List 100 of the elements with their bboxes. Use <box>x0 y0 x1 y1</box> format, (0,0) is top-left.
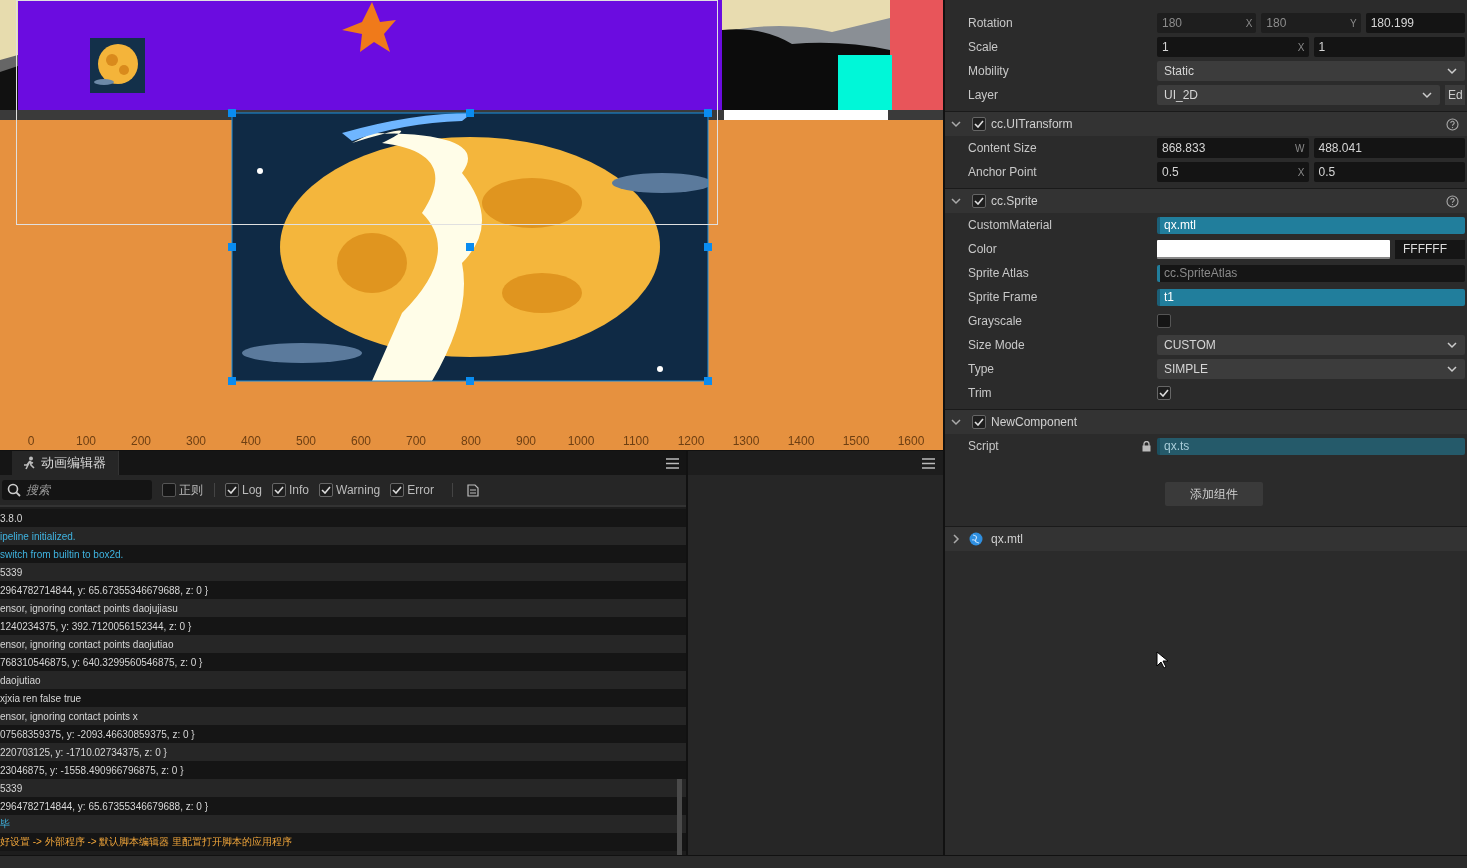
number-field[interactable]: 1 X <box>1157 37 1309 57</box>
ruler-label: 1200 <box>677 434 705 448</box>
component-header[interactable]: NewComponent <box>945 409 1467 434</box>
checkbox[interactable] <box>1157 386 1171 400</box>
enable-checkbox[interactable] <box>972 194 986 208</box>
property-label: Scale <box>967 40 1000 54</box>
resize-handle[interactable] <box>704 377 712 385</box>
material-title: qx.mtl <box>991 532 1023 546</box>
animation-editor-tab[interactable]: 动画编辑器 <box>12 451 119 475</box>
log-line: ensor, ignoring contact points x <box>0 710 138 722</box>
property-label: Layer <box>967 88 1000 102</box>
log-line: 好设置 -> 外部程序 -> 默认脚本编辑器 里配置打开脚本的应用程序 <box>0 835 293 849</box>
property-label: Size Mode <box>967 338 1026 352</box>
dropdown[interactable]: SIMPLE <box>1157 359 1465 379</box>
resize-handle[interactable] <box>704 243 712 251</box>
check-icon <box>974 120 984 128</box>
component-title: NewComponent <box>991 415 1078 429</box>
ruler-label: 1600 <box>897 434 925 448</box>
edit-button[interactable]: Ed <box>1445 85 1465 105</box>
document-icon[interactable] <box>466 483 479 497</box>
log-line: 1240234375, y: 392.7120056152344, z: 0 } <box>0 620 192 632</box>
log-line: xjxia ren false true <box>0 692 82 704</box>
log-line: 220703125, y: -1710.02734375, z: 0 } <box>0 746 167 758</box>
runner-icon <box>22 456 36 470</box>
number-field[interactable]: 1 <box>1313 37 1465 57</box>
resize-handle[interactable] <box>466 243 474 251</box>
filter-checkbox[interactable]: Log <box>225 483 263 497</box>
log-line: 768310546875, y: 640.3299560546875, z: 0 } <box>0 656 203 668</box>
dropdown[interactable]: UI_2D <box>1157 85 1440 105</box>
property-label: Anchor Point <box>967 165 1038 179</box>
check-icon <box>1159 389 1169 397</box>
star-icon <box>342 2 396 52</box>
ruler-label: 500 <box>296 434 316 448</box>
ruler-label: 100 <box>76 434 96 448</box>
property-label: Script <box>967 439 1000 453</box>
search-field[interactable]: 搜索 <box>2 480 152 500</box>
ruler-label: 300 <box>186 434 206 448</box>
property-label: Color <box>967 242 998 256</box>
log-line: ensor, ignoring contact points daojutiao <box>0 638 174 650</box>
ruler-label: 1000 <box>567 434 595 448</box>
component-title: cc.Sprite <box>991 194 1038 208</box>
component-header[interactable]: cc.UITransform <box>945 111 1467 136</box>
asset-field[interactable]: t1 <box>1157 288 1465 306</box>
ruler-label: 700 <box>406 434 426 448</box>
ruler-label: 900 <box>516 434 536 448</box>
help-icon[interactable] <box>1446 194 1459 208</box>
asset-field[interactable]: qx.ts <box>1157 437 1465 455</box>
log-line: 毕 <box>0 817 10 831</box>
ruler-label: 200 <box>131 434 151 448</box>
sphere-icon <box>969 532 983 546</box>
ruler-label: 1500 <box>842 434 870 448</box>
log-line: 5339 <box>0 566 23 578</box>
cursor-icon <box>1156 651 1168 669</box>
tile-block <box>838 55 892 110</box>
number-field[interactable]: 180.199 <box>1365 13 1465 33</box>
checkbox[interactable] <box>1157 314 1171 328</box>
color-swatch[interactable] <box>1157 239 1390 259</box>
help-icon[interactable] <box>1446 117 1459 131</box>
dropdown[interactable]: CUSTOM <box>1157 335 1465 355</box>
menu-icon[interactable] <box>666 458 679 469</box>
check-icon <box>974 418 984 426</box>
log-line: 07568359375, y: -2093.46630859375, z: 0 } <box>0 728 195 740</box>
log-line: daojutiao <box>0 674 41 686</box>
property-label: Content Size <box>967 141 1038 155</box>
log-line: switch from builtin to box2d. <box>0 548 124 560</box>
property-label: CustomMaterial <box>967 218 1054 232</box>
material-header[interactable]: qx.mtl <box>945 527 1467 551</box>
number-field[interactable]: 868.833 W <box>1157 138 1309 158</box>
ruler-label: 600 <box>351 434 371 448</box>
ruler-label: 800 <box>461 434 481 448</box>
number-field[interactable]: 0.5 X <box>1157 162 1309 182</box>
menu-icon[interactable] <box>922 457 935 469</box>
scrollbar[interactable] <box>677 779 682 855</box>
property-label: Rotation <box>967 16 1014 30</box>
enable-checkbox[interactable] <box>972 117 986 131</box>
enable-checkbox[interactable] <box>972 415 986 429</box>
resize-handle[interactable] <box>466 377 474 385</box>
property-label: Grayscale <box>967 314 1024 328</box>
asset-field[interactable]: cc.SpriteAtlas <box>1157 264 1465 282</box>
resize-handle[interactable] <box>228 377 236 385</box>
filter-checkbox[interactable]: 正则 <box>162 481 215 499</box>
component-title: cc.UITransform <box>991 117 1073 131</box>
number-field[interactable]: 488.041 <box>1313 138 1465 158</box>
asset-field[interactable]: qx.mtl <box>1157 216 1465 234</box>
add-component-button[interactable]: 添加组件 <box>1165 482 1263 506</box>
number-field[interactable]: 0.5 <box>1313 162 1465 182</box>
property-label: Sprite Frame <box>967 290 1039 304</box>
resize-handle[interactable] <box>228 109 236 117</box>
component-header[interactable]: cc.Sprite <box>945 188 1467 213</box>
property-label: Sprite Atlas <box>967 266 1030 280</box>
filter-checkbox[interactable]: Warning <box>319 483 381 497</box>
filter-checkbox[interactable]: Info <box>272 483 310 497</box>
resize-handle[interactable] <box>704 109 712 117</box>
hex-field[interactable]: FFFFFF <box>1395 239 1465 259</box>
dropdown[interactable]: Static <box>1157 61 1465 81</box>
log-line: 2964782714844, y: 65.67355346679688, z: 0 } <box>0 584 208 596</box>
resize-handle[interactable] <box>228 243 236 251</box>
log-line: ensor, ignoring contact points daojujiasu <box>0 602 178 614</box>
filter-checkbox[interactable]: Error <box>390 483 434 497</box>
resize-handle[interactable] <box>466 109 474 117</box>
